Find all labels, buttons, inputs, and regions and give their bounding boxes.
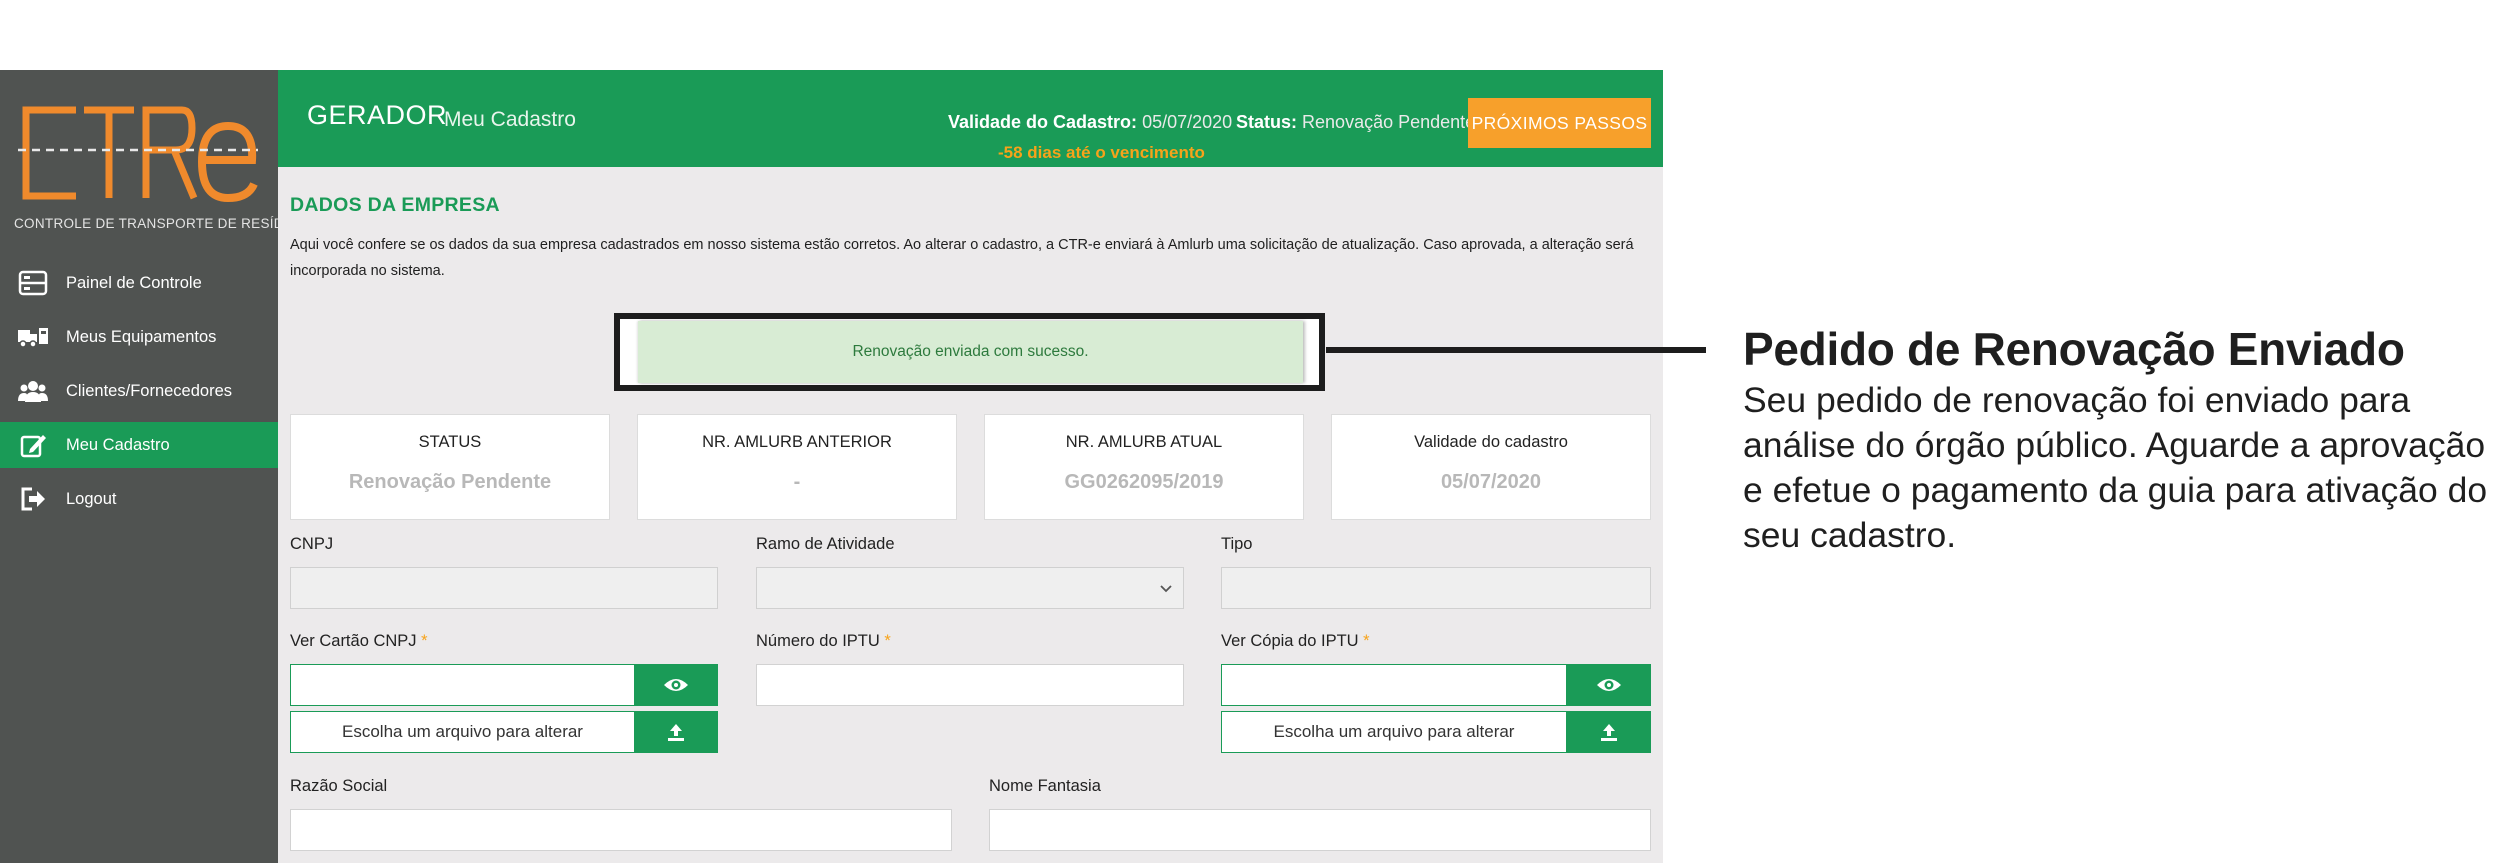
razao-social-label: Razão Social [290, 777, 388, 795]
eye-icon [664, 679, 688, 691]
status-card: STATUS Renovação Pendente [290, 414, 610, 520]
page-title: Meu Cadastro [444, 108, 576, 131]
view-copia-iptu-button[interactable] [1566, 664, 1651, 706]
dashboard-icon [0, 270, 66, 296]
card-label: STATUS [418, 433, 482, 451]
edit-icon [0, 431, 66, 459]
copia-iptu-file-button[interactable]: Escolha um arquivo para alterar [1221, 711, 1567, 753]
sidebar: CONTROLE DE TRANSPORTE DE RESÍDUOS Paine… [0, 70, 315, 863]
tipo-label: Tipo [1221, 535, 1253, 553]
cartao-cnpj-label-text: Ver Cartão CNPJ [290, 632, 417, 650]
sidebar-item-label: Meu Cadastro [66, 435, 170, 454]
logout-icon [0, 486, 66, 512]
numero-iptu-input[interactable] [756, 664, 1184, 706]
razao-social-input[interactable] [290, 809, 952, 851]
card-value: Renovação Pendente [348, 471, 552, 493]
numero-iptu-label-text: Número do IPTU [756, 632, 880, 650]
sidebar-item-painel-de-controle[interactable]: Painel de Controle [0, 260, 278, 306]
view-cartao-cnpj-button[interactable] [634, 664, 718, 706]
sidebar-item-label: Meus Equipamentos [66, 327, 217, 346]
sidebar-item-clientes-fornecedores[interactable]: Clientes/Fornecedores [0, 368, 278, 414]
copia-iptu-field[interactable] [1221, 664, 1567, 706]
copia-iptu-label-text: Ver Cópia do IPTU [1221, 632, 1359, 650]
cnpj-label: CNPJ [290, 535, 334, 553]
validity-label: Validade do Cadastro: [948, 112, 1138, 132]
card-value: - [793, 471, 801, 493]
ramo-atividade-label: Ramo de Atividade [756, 535, 895, 553]
ramo-atividade-select[interactable] [756, 567, 1184, 609]
sidebar-item-label: Logout [66, 489, 117, 508]
logo-subtitle: CONTROLE DE TRANSPORTE DE RESÍDUOS [14, 216, 315, 231]
amlurb-current-card: NR. AMLURB ATUAL GG0262095/2019 [984, 414, 1304, 520]
numero-iptu-label: Número do IPTU * [756, 632, 891, 651]
upload-icon [1600, 724, 1617, 741]
annotation-body: Seu pedido de renovação foi enviado para… [1743, 380, 2488, 555]
validity-value: 05/07/2020 [1142, 112, 1233, 132]
nome-fantasia-label: Nome Fantasia [989, 777, 1101, 795]
card-label: NR. AMLURB ATUAL [1065, 433, 1223, 451]
copia-iptu-label: Ver Cópia do IPTU * [1221, 632, 1370, 651]
validity-info: Validade do Cadastro: 05/07/2020 [948, 112, 1232, 133]
status-info: Status: Renovação Pendente [1236, 112, 1475, 133]
validity-card: Validade do cadastro 05/07/2020 [1331, 414, 1651, 520]
upload-icon [668, 724, 684, 741]
success-alert: Renovação enviada com sucesso. [638, 321, 1303, 383]
upload-copia-iptu-button[interactable] [1566, 711, 1651, 753]
logo-graphic [18, 106, 258, 203]
cartao-cnpj-label: Ver Cartão CNPJ * [290, 632, 428, 651]
section-description: Aqui você confere se os dados da sua emp… [290, 237, 1634, 279]
required-mark: * [421, 632, 428, 650]
card-label: Validade do cadastro [1414, 433, 1568, 451]
amlurb-previous-card: NR. AMLURB ANTERIOR - [637, 414, 957, 520]
annotation-connector-line [1326, 347, 1706, 353]
status-label: Status: [1236, 112, 1298, 132]
status-value: Renovação Pendente [1302, 112, 1476, 132]
sidebar-item-label: Painel de Controle [66, 273, 202, 292]
sidebar-item-meu-cadastro[interactable]: Meu Cadastro [0, 422, 278, 468]
users-icon [0, 379, 66, 403]
cartao-cnpj-file-button[interactable]: Escolha um arquivo para alterar [290, 711, 635, 753]
sidebar-item-label: Clientes/Fornecedores [66, 381, 232, 400]
days-until-expiry: -58 dias até o vencimento [998, 143, 1205, 162]
card-value: GG0262095/2019 [1064, 471, 1224, 493]
sidebar-item-meus-equipamentos[interactable]: Meus Equipamentos [0, 314, 278, 360]
section-heading: DADOS DA EMPRESA [290, 194, 500, 216]
card-value: 05/07/2020 [1440, 471, 1542, 493]
upload-cartao-cnpj-button[interactable] [634, 711, 718, 753]
required-mark: * [1363, 632, 1370, 650]
next-steps-button[interactable]: PRÓXIMOS PASSOS [1468, 98, 1651, 148]
main-content: DADOS DA EMPRESA Aqui você confere se os… [278, 167, 1663, 863]
eye-icon [1596, 679, 1621, 691]
truck-icon [0, 326, 66, 348]
sidebar-item-logout[interactable]: Logout [0, 476, 278, 522]
top-header: GERADOR Meu Cadastro Validade do Cadastr… [278, 70, 1663, 167]
cartao-cnpj-field[interactable] [290, 664, 635, 706]
tipo-select[interactable] [1221, 567, 1651, 609]
section-title: GERADOR [307, 100, 448, 130]
card-label: NR. AMLURB ANTERIOR [702, 433, 892, 451]
cnpj-field[interactable] [290, 567, 718, 609]
chevron-down-icon [1160, 585, 1172, 593]
nome-fantasia-input[interactable] [989, 809, 1651, 851]
annotation-title: Pedido de Renovação Enviado [1743, 323, 2405, 375]
ctre-logo[interactable]: CONTROLE DE TRANSPORTE DE RESÍDUOS [14, 88, 315, 288]
required-mark: * [884, 632, 891, 650]
